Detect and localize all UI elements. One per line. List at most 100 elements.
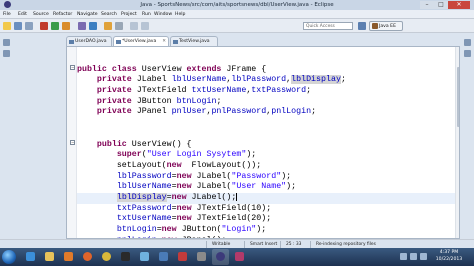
windows-taskbar: 4:37 PM 10/22/2013 [0, 248, 474, 266]
menu-refactor[interactable]: Refactor [53, 10, 72, 19]
code-token: "Login" [221, 225, 257, 234]
menu-search[interactable]: Search [101, 10, 117, 19]
window-titlebar: Java - SportsNews/src/com/aits/sportsnew… [0, 0, 474, 10]
collapse-constructor-icon[interactable]: − [70, 140, 75, 145]
tab-label: UserDAO.java [75, 39, 107, 44]
start-button[interactable] [2, 250, 16, 264]
code-token: JPanel [136, 107, 172, 117]
java-ee-perspective-button[interactable]: Java EE [369, 21, 403, 31]
open-type-icon[interactable] [104, 22, 112, 30]
taskbar-explorer[interactable] [41, 249, 58, 265]
menu-source[interactable]: Source [33, 10, 49, 19]
back-icon[interactable] [130, 22, 138, 30]
java-file-icon [69, 40, 74, 44]
java-file-icon [173, 40, 178, 44]
taskbar-media[interactable] [60, 249, 77, 265]
close-window-button[interactable]: ✕ [448, 1, 470, 9]
menu-navigate[interactable]: Navigate [77, 10, 98, 19]
taskbar-sql[interactable] [174, 249, 191, 265]
code-line[interactable]: private JPanel pnlUser,pnlPassword,pnlLo… [77, 107, 455, 118]
code-line[interactable]: super("User Login Sysytem"); [77, 150, 455, 161]
code-token: extends [186, 64, 227, 74]
menu-edit[interactable]: Edit [18, 10, 27, 19]
taskbar-firefox[interactable] [79, 249, 96, 265]
code-line[interactable]: btnLogin=new JButton("Login"); [77, 225, 455, 236]
volume-icon[interactable] [410, 253, 417, 260]
save-icon[interactable] [14, 22, 22, 30]
collapse-class-icon[interactable]: − [70, 65, 75, 70]
code-line[interactable]: private JButton btnLogin; [77, 97, 455, 108]
main-toolbar: Quick Access Java EE [0, 19, 474, 33]
code-line[interactable] [77, 118, 455, 129]
menu-run[interactable]: Run [142, 10, 151, 19]
taskbar-recorder[interactable] [231, 249, 248, 265]
code-token: public [77, 139, 132, 149]
forward-icon[interactable] [141, 22, 149, 30]
editor-ruler: − − [67, 47, 77, 238]
code-token: lblPassword [116, 171, 172, 181]
new-java-class-icon[interactable] [89, 22, 97, 30]
maximize-button[interactable]: □ [434, 1, 448, 9]
debug-icon[interactable] [40, 22, 48, 30]
code-line[interactable] [77, 129, 455, 140]
code-token: lblUserName [171, 75, 227, 85]
scrollbar-thumb[interactable] [457, 67, 459, 127]
code-token: lblDisplay [291, 75, 341, 85]
restore-view-icon[interactable] [3, 39, 10, 46]
code-text[interactable]: public class UserView extends JFrame { p… [77, 54, 455, 238]
print-icon[interactable] [25, 22, 33, 30]
run-icon[interactable] [51, 22, 59, 30]
tab-testview[interactable]: TestView.java [170, 36, 218, 46]
java-file-icon [116, 40, 121, 44]
minimize-button[interactable]: – [420, 1, 434, 9]
package-explorer-icon[interactable] [3, 50, 10, 57]
taskbar-chrome[interactable] [98, 249, 115, 265]
task-list-icon[interactable] [464, 50, 471, 57]
menu-project[interactable]: Project [121, 10, 137, 19]
taskbar-notepad[interactable] [136, 249, 153, 265]
code-line[interactable]: txtUserName=new JTextField(20); [77, 214, 455, 225]
flag-icon[interactable] [420, 253, 427, 260]
new-icon[interactable] [3, 22, 11, 30]
code-token: btnLogin [116, 225, 157, 234]
code-line[interactable]: lblDisplay=new JLabel(); [77, 192, 455, 204]
taskbar-eclipse[interactable] [212, 249, 229, 265]
network-icon[interactable] [400, 253, 407, 260]
code-token: pnlUser [171, 107, 207, 117]
menu-help[interactable]: Help [175, 10, 185, 19]
code-token: lblUserName [116, 182, 172, 192]
code-line[interactable]: lblUserName=new JLabel("User Name"); [77, 182, 455, 193]
code-line[interactable]: txtPassword=new JTextField(10); [77, 204, 455, 215]
outline-view-icon[interactable] [464, 39, 471, 46]
code-line[interactable]: public class UserView extends JFrame { [77, 65, 455, 76]
code-line[interactable] [77, 54, 455, 65]
code-line[interactable]: setLayout(new FlowLayout()); [77, 161, 455, 172]
quick-access-input[interactable]: Quick Access [303, 22, 353, 30]
taskbar-cmd[interactable] [117, 249, 134, 265]
external-tools-icon[interactable] [62, 22, 70, 30]
open-perspective-icon[interactable] [358, 22, 366, 30]
code-token: ); [256, 225, 267, 234]
taskbar-clock[interactable]: 4:37 PM 10/22/2013 [432, 249, 466, 263]
taskbar-settings[interactable] [193, 249, 210, 265]
code-line[interactable]: lblPassword=new JLabel("Password"); [77, 172, 455, 183]
code-line[interactable]: public UserView() { [77, 140, 455, 151]
code-token: ); [286, 182, 297, 192]
code-token: new [176, 203, 197, 213]
taskbar-db[interactable] [155, 249, 172, 265]
taskbar-ie[interactable] [22, 249, 39, 265]
menu-file[interactable]: File [3, 10, 11, 19]
menu-window[interactable]: Window [154, 10, 172, 19]
window-title: Java - SportsNews/src/com/aits/sportsnew… [140, 2, 334, 8]
code-token: super [77, 150, 142, 160]
search-icon[interactable] [115, 22, 123, 30]
code-token: ); [281, 171, 292, 181]
code-line[interactable]: private JTextField txtUserName,txtPasswo… [77, 86, 455, 97]
tab-userview[interactable]: *UserView.java ✕ [113, 36, 169, 46]
new-java-package-icon[interactable] [78, 22, 86, 30]
code-line[interactable]: private JLabel lblUserName,lblPassword,l… [77, 75, 455, 86]
code-editor[interactable]: − − public class UserView extends JFrame… [66, 46, 460, 239]
tab-userdao[interactable]: UserDAO.java [66, 36, 112, 46]
editor-vertical-scrollbar[interactable] [455, 47, 459, 238]
